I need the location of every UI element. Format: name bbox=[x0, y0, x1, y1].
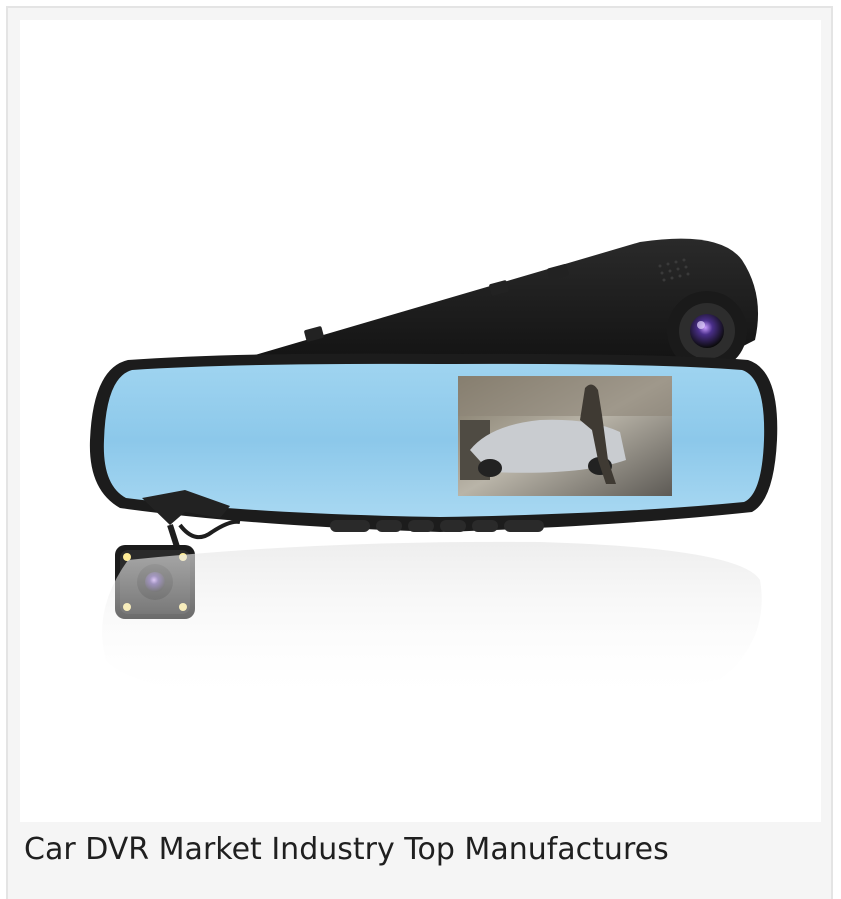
video-display-screen bbox=[458, 376, 672, 496]
mirror-reflection bbox=[102, 541, 762, 707]
product-card[interactable]: Car DVR Market Industry Top Manufactures bbox=[6, 6, 833, 899]
product-image[interactable] bbox=[20, 20, 821, 822]
product-caption[interactable]: Car DVR Market Industry Top Manufactures bbox=[24, 828, 814, 872]
